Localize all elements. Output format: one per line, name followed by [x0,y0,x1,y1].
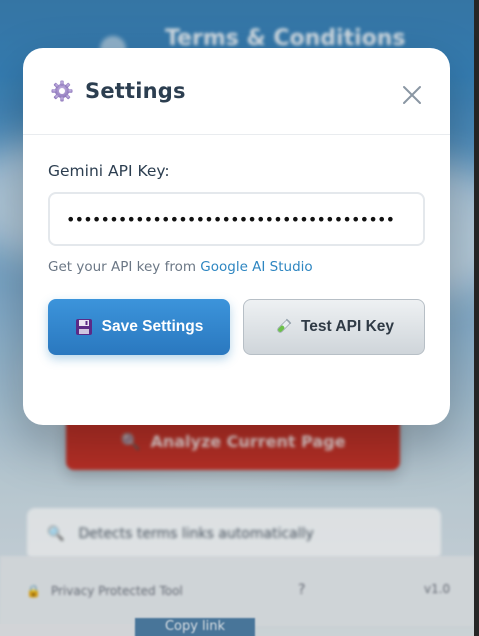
api-key-input[interactable]: •••••••••••••••••••••••••••••••••••••• [48,192,425,246]
modal-body: Gemini API Key: ••••••••••••••••••••••••… [23,135,450,355]
gear-icon [50,79,74,103]
save-settings-label: Save Settings [101,318,204,335]
api-key-label: Gemini API Key: [48,162,170,180]
api-key-hint: Get your API key from Google AI Studio [48,259,425,275]
settings-modal: Settings Gemini API Key: •••••••••••••••… [23,48,450,425]
save-settings-button[interactable]: Save Settings [48,299,230,355]
google-ai-studio-link[interactable]: Google AI Studio [200,259,312,275]
close-icon[interactable] [400,83,424,107]
modal-header: Settings [23,48,450,135]
test-tube-icon [274,318,292,336]
api-key-value: •••••••••••••••••••••••••••••••••••••• [66,209,395,229]
button-row: Save Settings Test API Key [48,299,425,355]
floppy-disk-icon [75,318,93,336]
modal-title: Settings [85,79,186,103]
test-api-key-button[interactable]: Test API Key [243,299,425,355]
hint-text: Get your API key from [48,259,201,275]
test-api-key-label: Test API Key [300,318,395,335]
